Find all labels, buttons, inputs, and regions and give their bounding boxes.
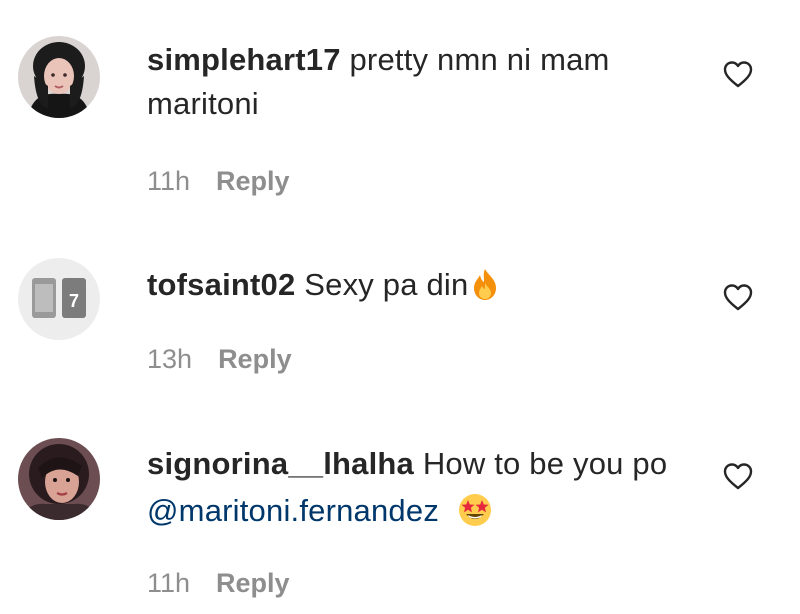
- reply-button[interactable]: Reply: [216, 568, 290, 599]
- svg-text:7: 7: [69, 291, 79, 311]
- avatar[interactable]: 7: [18, 258, 100, 340]
- reply-button[interactable]: Reply: [218, 344, 292, 375]
- comment-username[interactable]: tofsaint02: [147, 267, 295, 302]
- comment-timestamp: 13h: [147, 344, 193, 374]
- mention-link[interactable]: @maritoni.fernandez: [147, 493, 439, 528]
- avatar[interactable]: [18, 36, 100, 118]
- heart-outline-icon[interactable]: [722, 460, 754, 492]
- comment-text: How to be you po: [422, 446, 668, 481]
- comment-username[interactable]: signorina__lhalha: [147, 446, 414, 481]
- star-struck-emoji: [458, 494, 491, 526]
- comment-timestamp: 11h: [147, 166, 191, 196]
- comment-meta: 11h Reply: [147, 568, 290, 599]
- avatar[interactable]: [18, 438, 100, 520]
- heart-outline-icon[interactable]: [722, 281, 754, 313]
- comment-body: tofsaint02 Sexy pa din: [147, 263, 687, 307]
- comment-meta: 11h Reply: [147, 166, 290, 197]
- comment-timestamp: 11h: [147, 568, 191, 598]
- comment-username[interactable]: simplehart17: [147, 42, 341, 77]
- heart-outline-icon[interactable]: [722, 58, 754, 90]
- reply-button[interactable]: Reply: [216, 166, 290, 197]
- comment-body: signorina__lhalha How to be you po @mari…: [147, 440, 687, 534]
- fire-emoji: [474, 269, 497, 300]
- comment-body: simplehart17 pretty nmn ni mam maritoni: [147, 38, 687, 126]
- comment-text: Sexy pa din: [304, 267, 469, 302]
- comment-meta: 13h Reply: [147, 344, 292, 375]
